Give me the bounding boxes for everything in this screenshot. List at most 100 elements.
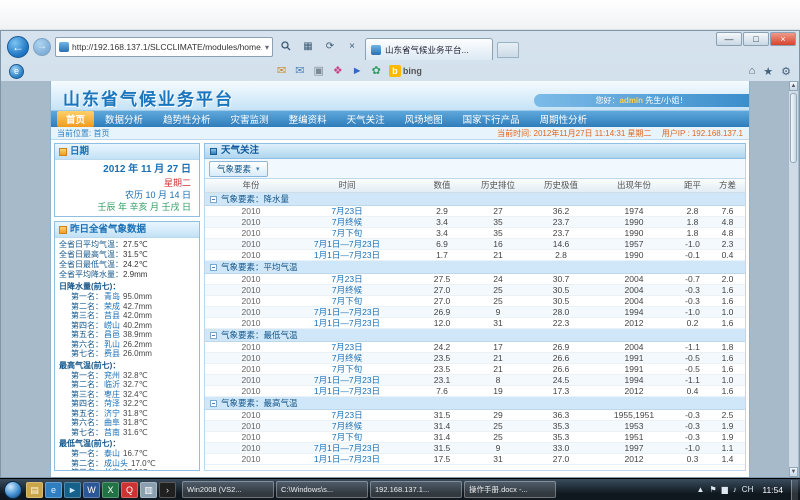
nav-item[interactable]: 周期性分析	[531, 111, 597, 127]
column-header[interactable]: 历史排位	[467, 179, 529, 192]
taskbar-window-button[interactable]: 操作手册.docx -...	[464, 481, 556, 498]
ie-icon[interactable]: e	[45, 482, 62, 498]
action-center-icon[interactable]: ⚑	[709, 485, 716, 494]
column-header[interactable]: 距平	[675, 179, 710, 192]
gear-icon[interactable]: ⚙	[781, 65, 791, 78]
column-header[interactable]: 年份	[225, 179, 277, 192]
table-row[interactable]: 20107月下旬23.52126.61991-0.51.6	[205, 364, 745, 375]
word-icon[interactable]: W	[83, 482, 100, 498]
refresh-button[interactable]: ⟳	[321, 38, 339, 56]
section-header-row[interactable]: 气象要素：最低气温	[205, 329, 745, 342]
language-indicator[interactable]: CH	[742, 485, 754, 494]
photo-icon[interactable]: ▣	[313, 62, 323, 80]
section-header-row[interactable]: 气象要素：降水量	[205, 193, 745, 206]
back-button[interactable]: ←	[7, 36, 29, 58]
table-row[interactable]: 20107月1日—7月23日23.1824.51994-1.11.0	[205, 375, 745, 386]
home-icon[interactable]: ⌂	[749, 65, 756, 78]
compatibility-view-icon[interactable]: ▦	[299, 38, 317, 56]
section-header-row[interactable]: 气象要素：平均气温	[205, 261, 745, 274]
table-row[interactable]: 20107月1日—7月23日6.91614.61957-1.02.3	[205, 239, 745, 250]
collapse-icon[interactable]	[210, 332, 217, 339]
media-player-icon[interactable]: ►	[64, 482, 81, 498]
address-dropdown-icon[interactable]: ▾	[265, 43, 269, 52]
show-desktop-button[interactable]	[791, 480, 798, 500]
maximize-button[interactable]: □	[743, 32, 769, 46]
stop-button[interactable]: ×	[343, 38, 361, 56]
qq-icon[interactable]: Q	[121, 482, 138, 498]
column-header[interactable]: 方差	[710, 179, 745, 192]
nav-item[interactable]: 数据分析	[96, 111, 152, 127]
table-cell: 0.4	[675, 386, 710, 397]
close-button[interactable]: ×	[770, 32, 796, 46]
table-row[interactable]: 20107月下旬31.42535.31951-0.31.9	[205, 432, 745, 443]
column-header[interactable]: 数值	[417, 179, 467, 192]
table-row[interactable]: 20107月终候31.42535.31953-0.31.9	[205, 421, 745, 432]
nav-item[interactable]: 灾害监测	[222, 111, 278, 127]
table-row[interactable]: 20101月1日—7月23日17.53127.020120.31.4	[205, 454, 745, 465]
vertical-scrollbar[interactable]: ▲ ▼	[788, 81, 798, 477]
address-bar[interactable]: http://192.168.137.1/SLCCLIMATE/modules/…	[55, 37, 273, 57]
scroll-up-icon[interactable]: ▲	[789, 81, 798, 91]
table-row[interactable]: 20107月1日—7月23日31.5933.01997-1.01.1	[205, 443, 745, 454]
table-row[interactable]: 20107月终候23.52126.61991-0.51.6	[205, 353, 745, 364]
map-icon[interactable]: ✿	[372, 62, 381, 80]
table-row[interactable]: 20107月1日—7月23日26.9928.01994-1.01.0	[205, 307, 745, 318]
nav-item[interactable]: 风场地图	[396, 111, 452, 127]
table-row[interactable]: 20107月终候3.43523.719901.84.8	[205, 217, 745, 228]
taskbar-window-button[interactable]: Win2008 (VS2...	[182, 481, 274, 498]
table-row[interactable]: 20107月下旬3.43523.719901.84.8	[205, 228, 745, 239]
collapse-icon[interactable]	[210, 264, 217, 271]
forward-button[interactable]: →	[33, 38, 51, 56]
nav-item[interactable]: 国家下行产品	[454, 111, 529, 127]
table-row[interactable]: 20101月1日—7月23日1.7212.81990-0.10.4	[205, 250, 745, 261]
table-row[interactable]: 20101月1日—7月23日7.61917.320120.41.6	[205, 386, 745, 397]
clock[interactable]: 11:54	[758, 485, 787, 495]
table-row[interactable]: 20107月23日2.92736.219742.87.6	[205, 206, 745, 217]
video-icon[interactable]: ►	[352, 62, 363, 80]
table-row[interactable]: 20107月23日24.21726.92004-1.11.8	[205, 342, 745, 353]
table-row[interactable]: 20101月1日—7月23日12.03122.320120.21.6	[205, 318, 745, 329]
taskbar-window-button[interactable]: C:\Windows\s...	[276, 481, 368, 498]
main-section: 天气关注 气象要素 ▾	[204, 143, 746, 471]
mail-icon[interactable]: ✉	[295, 62, 304, 80]
mail-out-icon[interactable]: ✉	[277, 62, 286, 80]
table-row[interactable]: 20107月23日31.52936.31955,1951-0.32.5	[205, 410, 745, 421]
scroll-down-icon[interactable]: ▼	[789, 467, 798, 477]
volume-icon[interactable]: ♪	[733, 485, 737, 494]
nav-item[interactable]: 首页	[57, 111, 94, 127]
search-icon[interactable]	[277, 38, 295, 56]
collapse-icon[interactable]	[210, 400, 217, 407]
browser-tab[interactable]: 山东省气候业务平台...	[365, 38, 493, 60]
notepad-icon[interactable]: ▥	[140, 482, 157, 498]
network-icon[interactable]: ▆	[722, 485, 728, 494]
chat-icon[interactable]: ❖	[333, 62, 343, 80]
browser-logo-icon[interactable]: e	[9, 64, 24, 79]
explorer-icon[interactable]: ▤	[26, 482, 43, 498]
nav-item[interactable]: 趋势性分析	[154, 111, 220, 127]
column-header[interactable]: 出现年份	[593, 179, 675, 192]
table-row[interactable]: 20107月终候27.02530.52004-0.31.6	[205, 285, 745, 296]
star-icon[interactable]: ★	[763, 65, 773, 78]
column-header[interactable]: 时间	[277, 179, 417, 192]
tray-expand-icon[interactable]: ▲	[697, 485, 705, 494]
url-text[interactable]: http://192.168.137.1/SLCCLIMATE/modules/…	[72, 42, 262, 52]
excel-icon[interactable]: X	[102, 482, 119, 498]
new-tab-button[interactable]	[497, 42, 519, 58]
taskbar-window-button[interactable]: 192.168.137.1...	[370, 481, 462, 498]
table-row[interactable]: 20107月23日27.52430.72004-0.72.0	[205, 274, 745, 285]
table-cell: 1997	[593, 443, 675, 454]
element-selector-button[interactable]: 气象要素 ▾	[209, 161, 268, 177]
minimize-button[interactable]: —	[716, 32, 742, 46]
column-header[interactable]: 历史极值	[529, 179, 593, 192]
section-header-row[interactable]: 气象要素：最高气温	[205, 397, 745, 410]
bing-logo[interactable]: b bing	[389, 65, 422, 77]
collapse-icon[interactable]	[210, 196, 217, 203]
table-row[interactable]: 20107月下旬27.02530.52004-0.31.6	[205, 296, 745, 307]
nav-item[interactable]: 整编资料	[280, 111, 336, 127]
row-spacer	[205, 228, 225, 239]
scrollbar-thumb[interactable]	[790, 93, 797, 163]
start-button[interactable]	[4, 481, 22, 499]
ganzhi-date-text: 壬辰 年 辛亥 月 壬戌 日	[63, 201, 191, 213]
nav-item[interactable]: 天气关注	[338, 111, 394, 127]
cmd-icon[interactable]: ›	[159, 482, 176, 498]
